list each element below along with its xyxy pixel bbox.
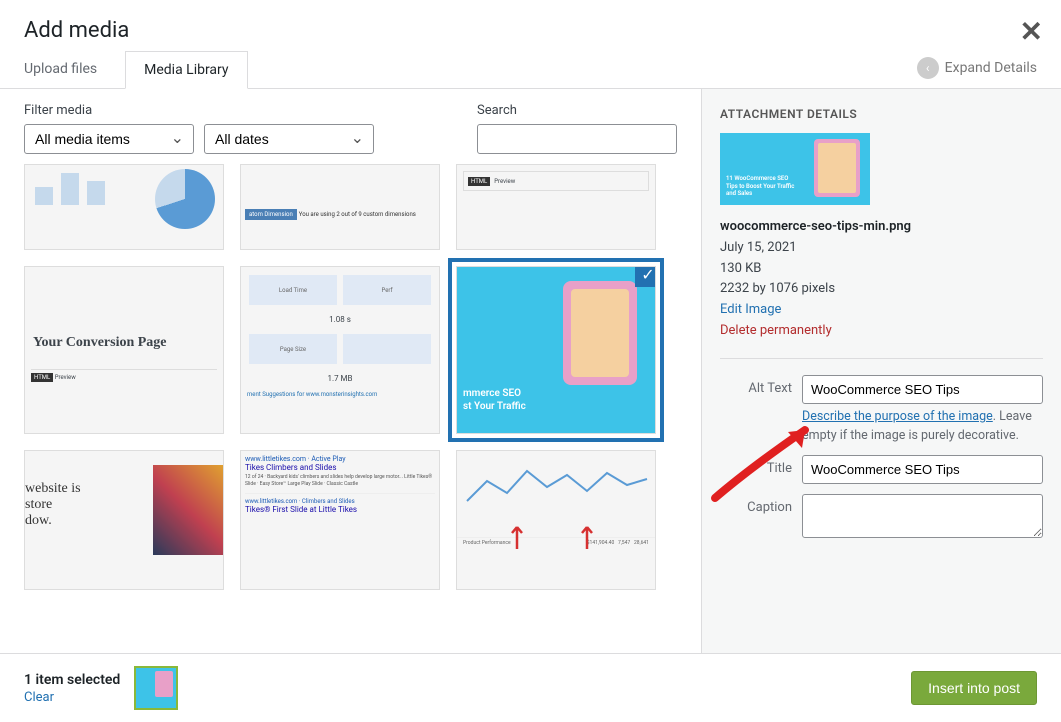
filter-dates-select[interactable]: All dates: [204, 124, 374, 154]
selected-thumbnail[interactable]: [134, 666, 178, 710]
search-group: Search: [477, 103, 677, 154]
title-label: Title: [720, 455, 792, 476]
caption-row: Caption: [720, 494, 1043, 542]
delete-permanently-link[interactable]: Delete permanently: [720, 321, 1043, 342]
alt-text-input[interactable]: [802, 375, 1043, 404]
media-gallery: atom Dimension You are using 2 out of 9 …: [24, 164, 693, 590]
chevron-left-icon: ‹: [917, 57, 939, 79]
caption-input[interactable]: [802, 494, 1043, 538]
tabs-row: Upload files Media Library ‹ Expand Deta…: [0, 51, 1061, 89]
filters-bar: Filter media All media items All dates: [0, 89, 701, 164]
media-item-selected[interactable]: mmerce SEO st Your Traffic ✓: [456, 266, 656, 434]
alt-text-row: Alt Text Describe the purpose of the ima…: [720, 375, 1043, 446]
checkmark-icon[interactable]: ✓: [635, 266, 656, 287]
caption-label: Caption: [720, 494, 792, 515]
title-input[interactable]: [802, 455, 1043, 484]
edit-image-link[interactable]: Edit Image: [720, 300, 1043, 321]
media-item[interactable]: www.littletikes.com · Active Play Tikes …: [240, 450, 440, 590]
left-pane: Filter media All media items All dates: [0, 89, 701, 653]
modal-title: Add media: [24, 18, 1037, 43]
attachment-details-panel: ATTACHMENT DETAILS 11 WooCommerce SEOTip…: [701, 89, 1061, 653]
attachment-size: 130 KB: [720, 259, 1043, 280]
media-item[interactable]: [24, 164, 224, 250]
search-input[interactable]: [477, 124, 677, 154]
close-icon[interactable]: ✕: [1020, 18, 1043, 46]
tab-media-library[interactable]: Media Library: [125, 51, 247, 89]
attachment-details-heading: ATTACHMENT DETAILS: [720, 107, 1043, 121]
media-item[interactable]: HTMLPreview: [456, 164, 656, 250]
filter-media-group: Filter media All media items All dates: [24, 103, 374, 154]
attachment-date: July 15, 2021: [720, 238, 1043, 259]
title-row: Title: [720, 455, 1043, 484]
selected-count: 1 item selected: [24, 672, 120, 688]
expand-details-button[interactable]: ‹ Expand Details: [917, 57, 1037, 79]
attachment-preview: 11 WooCommerce SEOTips to Boost Your Tra…: [720, 133, 870, 205]
tab-upload-files[interactable]: Upload files: [24, 51, 115, 88]
modal-header: Add media ✕: [0, 0, 1061, 51]
media-item[interactable]: Product Performance$141,904.40 7,547 28,…: [456, 450, 656, 590]
search-label: Search: [477, 103, 677, 118]
attachment-dimensions: 2232 by 1076 pixels: [720, 279, 1043, 300]
media-item[interactable]: atom Dimension You are using 2 out of 9 …: [240, 164, 440, 250]
attachment-filename: woocommerce-seo-tips-min.png: [720, 217, 1043, 238]
divider: [720, 358, 1043, 359]
filter-media-label: Filter media: [24, 103, 374, 118]
alt-text-label: Alt Text: [720, 375, 792, 396]
thumb-text: mmerce SEO: [463, 388, 521, 399]
media-item[interactable]: Your Conversion Page HTML Preview: [24, 266, 224, 434]
media-item[interactable]: website is store dow.: [24, 450, 224, 590]
thumb-text: st Your Traffic: [463, 401, 526, 412]
expand-details-label: Expand Details: [945, 60, 1037, 76]
alt-help-link[interactable]: Describe the purpose of the image: [802, 409, 993, 424]
insert-into-post-button[interactable]: Insert into post: [911, 671, 1037, 705]
filter-media-type-select[interactable]: All media items: [24, 124, 194, 154]
media-modal: Add media ✕ Upload files Media Library ‹…: [0, 0, 1061, 722]
alt-text-help: Describe the purpose of the image. Leave…: [802, 408, 1043, 446]
content-area: Filter media All media items All dates: [0, 89, 1061, 653]
modal-footer: 1 item selected Clear Insert into post: [0, 653, 1061, 722]
gallery-scroll[interactable]: atom Dimension You are using 2 out of 9 …: [0, 164, 701, 653]
selection-info: 1 item selected Clear: [24, 666, 178, 710]
clear-selection-link[interactable]: Clear: [24, 690, 120, 705]
media-item[interactable]: Load Time Perf 1.08 s Page Size 1.7 MB m…: [240, 266, 440, 434]
